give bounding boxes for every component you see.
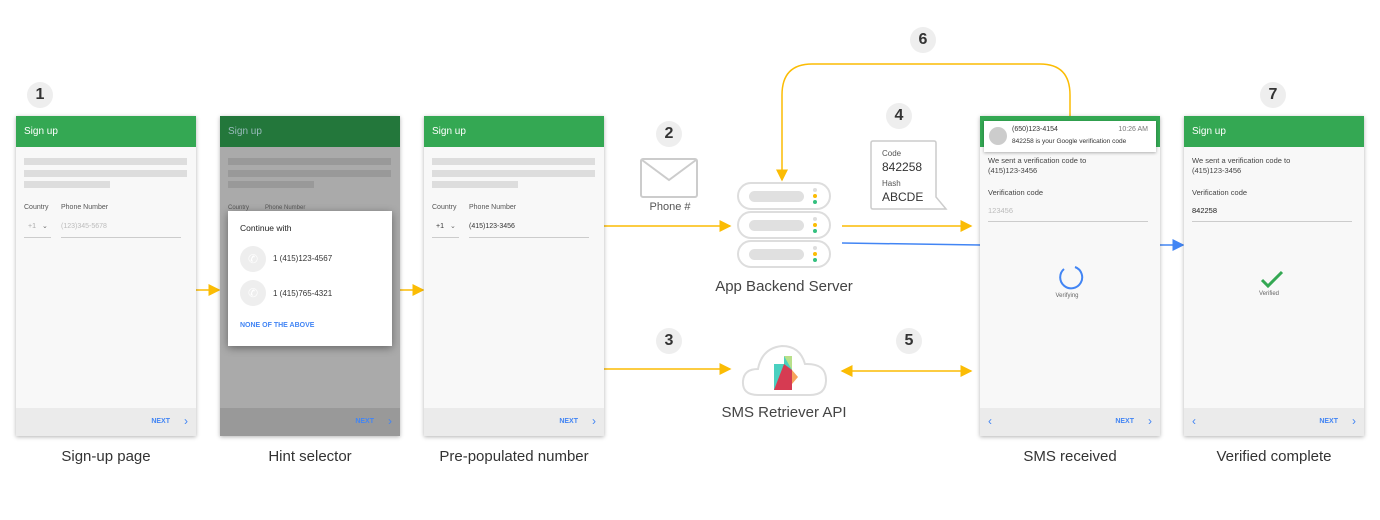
hint-option-1[interactable]: 1 (415)123-4567: [273, 254, 332, 263]
signup-phone-screen: Sign up Country Phone Number +1 ⌄ (123)3…: [16, 116, 196, 436]
chevron-left-icon[interactable]: ‹: [988, 414, 992, 428]
api-label: SMS Retriever API: [721, 404, 847, 421]
next-button[interactable]: NEXT: [1115, 418, 1134, 425]
step-5-badge: 5: [896, 328, 922, 354]
dialog-title: Continue with: [240, 223, 292, 233]
server-label: App Backend Server: [715, 278, 853, 295]
next-button[interactable]: NEXT: [1319, 418, 1338, 425]
phone-input[interactable]: (415)123-3456: [469, 223, 515, 230]
phone-icon: ✆: [240, 280, 266, 306]
caption-prepopulated: Pre-populated number: [439, 448, 589, 465]
country-select[interactable]: +1: [436, 223, 444, 230]
envelope-icon: [640, 158, 698, 198]
server-icon: [737, 182, 831, 268]
chevron-left-icon[interactable]: ‹: [1192, 414, 1196, 428]
sms-received-screen: We sent a verification code to (415)123-…: [980, 116, 1160, 436]
envelope-label: Phone #: [649, 201, 691, 213]
prepopulated-phone-screen: Sign up Country Phone Number +1 ⌄ (415)1…: [424, 116, 604, 436]
step-3-badge: 3: [656, 328, 682, 354]
country-select[interactable]: +1: [28, 223, 36, 230]
caption-signup: Sign-up page: [61, 448, 151, 465]
chevron-right-icon: ›: [388, 414, 392, 428]
verified-screen: Sign up We sent a verification code to (…: [1184, 116, 1364, 436]
verification-code-input[interactable]: 842258: [1192, 206, 1217, 216]
connector-arrows: [196, 63, 1185, 377]
none-of-the-above-button[interactable]: NONE OF THE ABOVE: [240, 322, 314, 329]
step-6-badge: 6: [910, 27, 936, 53]
chevron-right-icon[interactable]: ›: [1148, 414, 1152, 428]
chevron-right-icon[interactable]: ›: [592, 414, 596, 428]
avatar-icon: [989, 127, 1007, 145]
sms-notification[interactable]: (650)123-4154 10:26 AM 842258 is your Go…: [984, 121, 1156, 152]
hint-option-2[interactable]: 1 (415)765-4321: [273, 289, 332, 298]
chevron-right-icon[interactable]: ›: [1352, 414, 1356, 428]
chevron-right-icon[interactable]: ›: [184, 414, 188, 428]
step-1-badge: 1: [27, 82, 53, 108]
country-label: Country: [24, 204, 49, 211]
next-button[interactable]: NEXT: [151, 418, 170, 425]
step-4-badge: 4: [886, 103, 912, 129]
step-2-badge: 2: [656, 121, 682, 147]
caption-verified: Verified complete: [1216, 448, 1332, 465]
step-7-badge: 7: [1260, 82, 1286, 108]
cloud-play-services-icon: [741, 344, 828, 396]
phone-icon: ✆: [240, 246, 266, 272]
caption-sms-received: SMS received: [1023, 448, 1117, 465]
checkmark-icon: [1260, 270, 1284, 288]
caption-hint: Hint selector: [268, 448, 352, 465]
hint-dialog: Continue with ✆ 1 (415)123-4567 ✆ 1 (415…: [228, 211, 392, 346]
app-bar-title: Sign up: [16, 116, 196, 147]
phone-input[interactable]: (123)345-5678: [61, 223, 107, 230]
phone-label: Phone Number: [61, 204, 109, 211]
next-button[interactable]: NEXT: [559, 418, 578, 425]
verification-code-input[interactable]: 123456: [988, 206, 1013, 216]
spinner-icon: [1059, 266, 1084, 290]
